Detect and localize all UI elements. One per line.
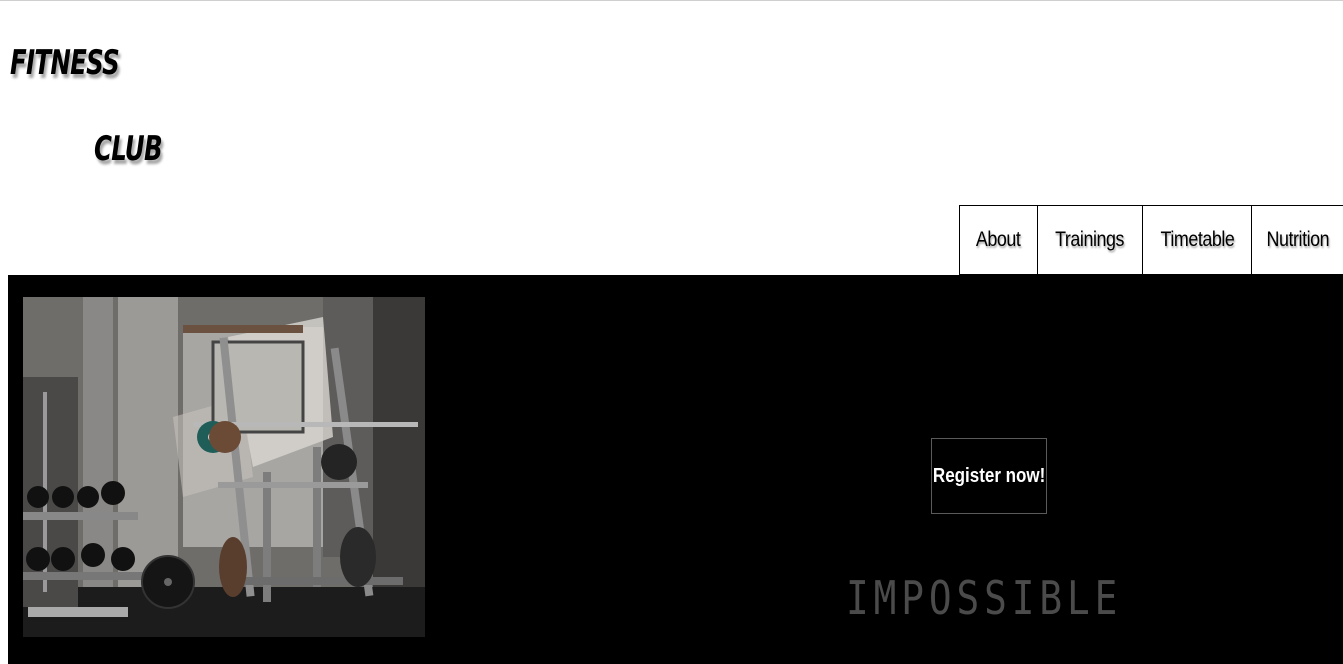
nav-item-label: Nutrition (1266, 228, 1330, 251)
nav-item-nutrition[interactable]: Nutrition (1252, 205, 1343, 275)
logo-fitness[interactable]: FITNESS (10, 43, 120, 83)
register-button-label: Register now! (932, 464, 1046, 487)
page: FITNESS CLUB About Trainings Timetable N… (0, 0, 1343, 664)
nav-item-label: Trainings (1055, 228, 1125, 251)
logo-club[interactable]: CLUB (94, 129, 163, 169)
nav-item-label: Timetable (1160, 228, 1234, 251)
nav-item-timetable[interactable]: Timetable (1143, 205, 1252, 275)
hero-tagline: IMPOSSIBLE (846, 571, 1123, 625)
nav-item-trainings[interactable]: Trainings (1038, 205, 1143, 275)
nav-item-about[interactable]: About (960, 205, 1038, 275)
register-button[interactable]: Register now! (931, 438, 1047, 514)
hero-section: Register now! IMPOSSIBLE (8, 275, 1343, 664)
main-nav: About Trainings Timetable Nutrition (959, 205, 1343, 275)
gym-equipment-photo (23, 297, 425, 637)
nav-item-label: About (976, 228, 1021, 251)
